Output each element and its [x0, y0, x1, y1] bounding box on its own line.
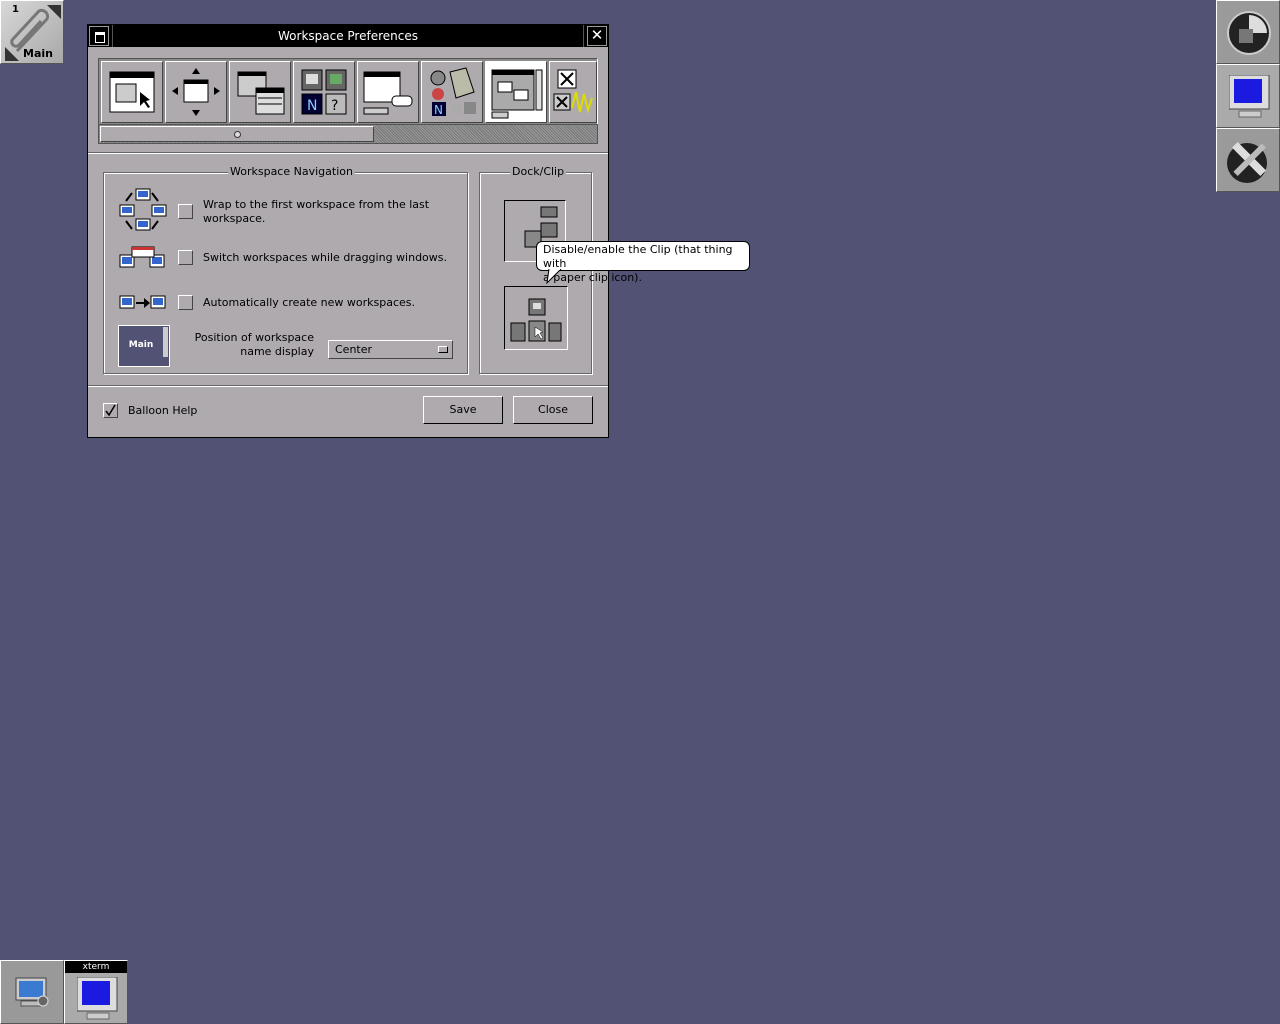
xterm-title: xterm: [65, 961, 127, 973]
prefs-section-strip: N ? N: [98, 58, 598, 124]
workspace-name-preview: Main: [118, 325, 170, 367]
switch-while-dragging-checkbox[interactable]: [178, 250, 193, 265]
balloon-text-line2: a paper clip icon).: [543, 271, 642, 284]
name-position-label-line2: name display: [240, 345, 314, 358]
balloon-help-label: Balloon Help: [128, 404, 198, 417]
name-position-popup[interactable]: Center: [328, 340, 453, 359]
wmprefs-miniwindow[interactable]: [0, 960, 64, 1024]
workspace-prefs-icon: [491, 69, 543, 119]
miniaturize-icon: [95, 32, 105, 43]
name-position-label-line1: Position of workspace: [194, 331, 314, 344]
balloon-help-checkbox[interactable]: [103, 403, 118, 418]
section-window-attributes[interactable]: [229, 61, 291, 123]
dock-clip-label: Dock/Clip: [510, 165, 567, 178]
miniaturize-button[interactable]: [89, 26, 109, 46]
autocreate-workspace-icon: [119, 295, 166, 309]
svg-text:N: N: [434, 103, 443, 117]
section-workspace[interactable]: [485, 61, 547, 123]
balloon-pointer: [546, 269, 562, 285]
clip-preview-icon: [510, 298, 562, 342]
appearance-prefs-icon: N: [430, 67, 476, 117]
section-misc[interactable]: [549, 61, 597, 123]
section-appearance[interactable]: N: [421, 61, 483, 123]
save-button[interactable]: Save: [423, 396, 503, 424]
window-placement-prefs-icon: [172, 68, 220, 116]
window-attributes-prefs-icon: [237, 71, 285, 115]
svg-text:?: ?: [331, 98, 338, 114]
name-position-value: Center: [335, 343, 373, 356]
wrap-workspaces-label: Wrap to the first workspace from the las…: [203, 198, 430, 225]
bottom-separator: [88, 385, 608, 387]
workspace-name: Main: [23, 47, 53, 60]
checkmark-icon: [105, 404, 116, 417]
knob-dimple-icon: [234, 131, 241, 138]
xterm-miniwindow[interactable]: xterm: [64, 960, 128, 1024]
section-icons[interactable]: N ?: [293, 61, 355, 123]
section-window-placement[interactable]: [165, 61, 227, 123]
windowmaker-logo-icon: [1227, 11, 1271, 55]
wrap-workspaces-checkbox[interactable]: [178, 204, 193, 219]
autocreate-workspace-label: Automatically create new workspaces.: [203, 296, 416, 309]
top-separator: [88, 152, 608, 154]
popup-indicator-icon: [438, 346, 448, 353]
balloon-tooltip: Disable/enable the Clip (that thing with…: [536, 241, 750, 284]
toggle-clip-button[interactable]: [504, 286, 568, 350]
drag-switch-icon: [119, 246, 165, 268]
workspace-clip[interactable]: 1 Main: [0, 0, 64, 64]
autocreate-workspace-checkbox[interactable]: [178, 295, 193, 310]
wrap-workspaces-icon: [119, 188, 167, 231]
workspace-preferences-window: Workspace Preferences ✕ N ? N Workspace …: [87, 24, 609, 438]
preview-workspace-name: Main: [128, 340, 154, 350]
close-icon: ✕: [590, 26, 604, 44]
dock-terminal-icon[interactable]: [1216, 64, 1280, 128]
scrollbar-knob[interactable]: [100, 126, 374, 142]
close-button[interactable]: Close: [513, 396, 593, 424]
tools-icon: [1227, 142, 1267, 183]
terminal-monitor-icon: [77, 977, 118, 1020]
titlebar[interactable]: Workspace Preferences ✕: [88, 25, 608, 47]
preview-scroller: [163, 327, 168, 357]
close-window-button[interactable]: ✕: [587, 26, 607, 46]
dock-prefs-icon[interactable]: [1216, 128, 1280, 192]
workspace-navigation-label: Workspace Navigation: [228, 165, 355, 178]
misc-prefs-icon: [553, 69, 593, 114]
section-titlebar[interactable]: [357, 61, 419, 123]
window-titlebar-prefs-icon: [363, 71, 413, 115]
switch-while-dragging-label: Switch workspaces while dragging windows…: [203, 251, 448, 264]
icon-prefs-icon: N ?: [301, 69, 347, 115]
balloon-text-line1: Disable/enable the Clip (that thing with: [543, 243, 733, 270]
dock-app-icon[interactable]: [1216, 0, 1280, 64]
window-title: Workspace Preferences: [112, 25, 584, 47]
section-strip-scrollbar[interactable]: [98, 124, 598, 144]
section-window-focus[interactable]: [101, 61, 163, 123]
window-focus-prefs-icon: [109, 71, 155, 113]
monitor-icon: [1229, 75, 1270, 118]
workspace-monitor-icon: [15, 977, 49, 1007]
svg-text:N: N: [307, 98, 317, 114]
